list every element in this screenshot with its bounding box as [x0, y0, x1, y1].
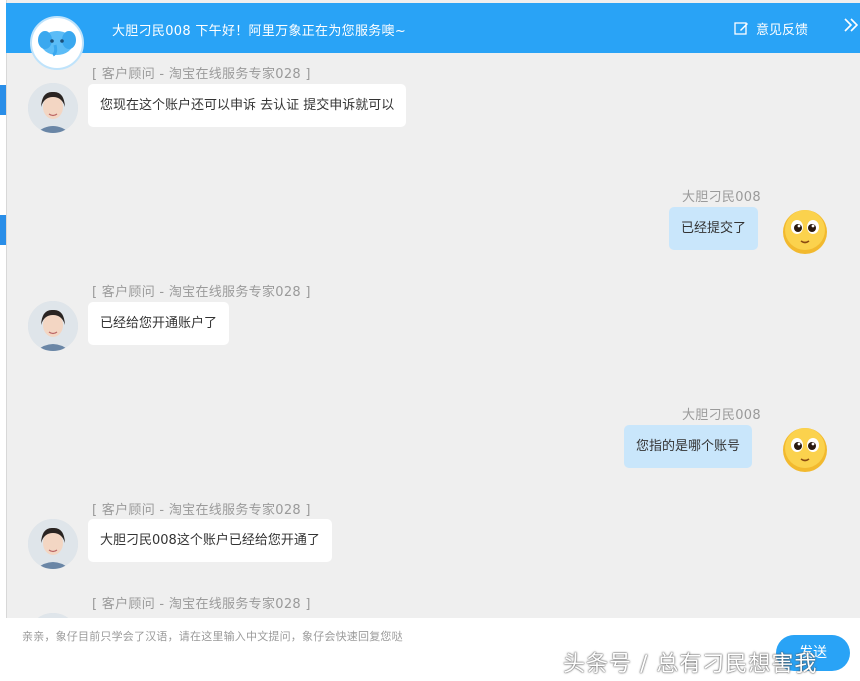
- greeting-text: 大胆刁民008 下午好！阿里万象正在为您服务噢~: [112, 24, 407, 39]
- agent-avatar: [28, 519, 78, 569]
- user-message-bubble: 您指的是哪个账号: [624, 425, 753, 468]
- chat-header: 大胆刁民008 下午好！阿里万象正在为您服务噢~ 意见反馈: [6, 3, 860, 53]
- sender-label: [ 客户顾问 - 淘宝在线服务专家028 ]: [92, 67, 311, 82]
- feedback-label: 意见反馈: [756, 23, 809, 38]
- agent-message-bubble: 已经给您开通账户了: [88, 302, 230, 345]
- user-avatar-emoji-icon: [783, 210, 827, 254]
- watermark-text: 头条号 / 总有刁民想害我: [563, 652, 818, 677]
- elephant-logo-icon: [30, 16, 84, 70]
- sender-label: 大胆刁民008: [682, 408, 761, 423]
- chat-message-list[interactable]: [ 客户顾问 - 淘宝在线服务专家028 ] 您现在这个账户还可以申诉 去认证 …: [6, 53, 860, 618]
- feedback-button[interactable]: 意见反馈: [734, 19, 808, 38]
- sender-label: [ 客户顾问 - 淘宝在线服务专家028 ]: [92, 503, 311, 518]
- sender-label: [ 客户顾问 - 淘宝在线服务专家028 ]: [92, 285, 311, 300]
- user-avatar-emoji-icon: [783, 428, 827, 472]
- agent-avatar: [28, 301, 78, 351]
- agent-avatar: [28, 83, 78, 133]
- sender-label: [ 客户顾问 - 淘宝在线服务专家028 ]: [92, 597, 311, 612]
- message-input-placeholder[interactable]: 亲亲，象仔目前只学会了汉语，请在这里输入中文提问，象仔会快速回复您哒: [22, 628, 403, 644]
- agent-message-bubble: 大胆刁民008这个账户已经给您开通了: [88, 519, 332, 562]
- sender-label: 大胆刁民008: [682, 190, 761, 205]
- collapse-chevron-icon[interactable]: [844, 17, 858, 33]
- edit-icon: [734, 22, 748, 35]
- user-message-bubble: 已经提交了: [669, 207, 759, 250]
- agent-message-bubble: 您现在这个账户还可以申诉 去认证 提交申诉就可以: [88, 84, 407, 127]
